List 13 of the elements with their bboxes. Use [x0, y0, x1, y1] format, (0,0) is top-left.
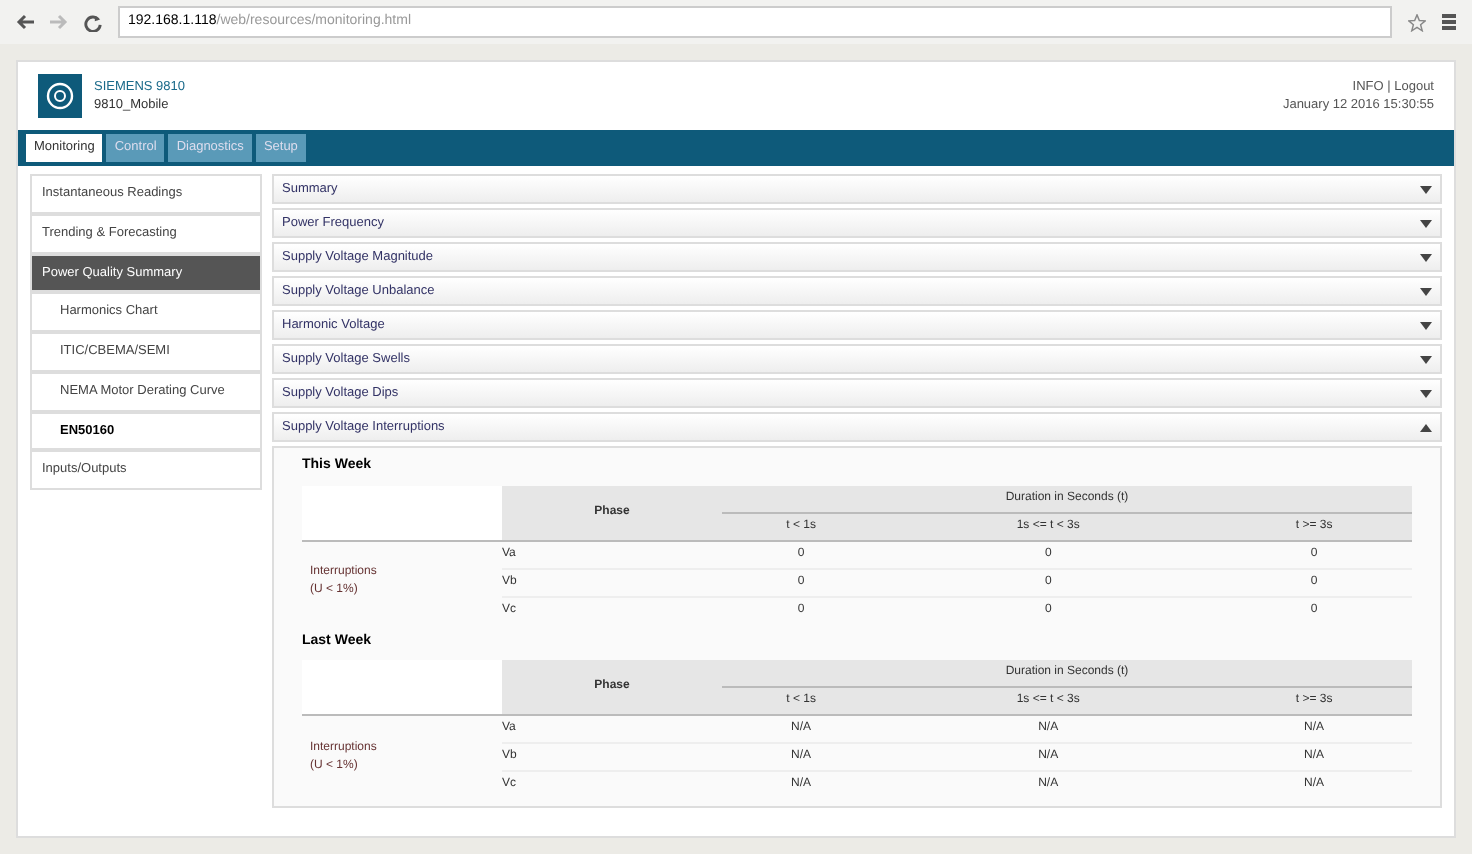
chevron-down-icon	[1420, 321, 1432, 329]
back-icon[interactable]	[16, 14, 34, 30]
chevron-down-icon	[1420, 287, 1432, 295]
star-icon[interactable]	[1408, 13, 1426, 31]
chevron-down-icon	[1420, 185, 1432, 193]
menu-icon[interactable]	[1442, 14, 1456, 30]
chevron-down-icon	[1420, 355, 1432, 363]
logo-icon	[38, 74, 82, 118]
reload-icon[interactable]	[84, 13, 102, 31]
chevron-down-icon	[1420, 389, 1432, 397]
chevron-down-icon	[1420, 219, 1432, 227]
chevron-up-icon	[1420, 423, 1432, 431]
chevron-down-icon	[1420, 253, 1432, 261]
